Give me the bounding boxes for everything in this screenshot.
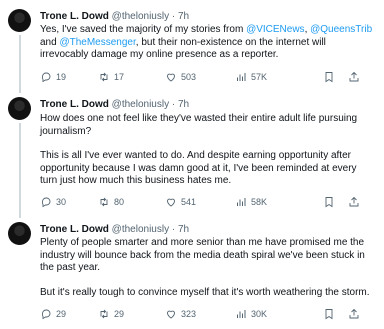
like-button[interactable]: 541 <box>165 195 196 209</box>
like-button[interactable]: 323 <box>165 307 196 321</box>
mention-link[interactable]: @VICENews <box>246 24 305 35</box>
like-icon <box>167 73 175 82</box>
tweet-paragraph: Yes, I've saved the majority of my stori… <box>40 24 376 62</box>
separator: · <box>171 99 176 110</box>
view-count: 30K <box>251 309 268 319</box>
action-bar: 19 17 503 57K <box>40 70 376 84</box>
tweet[interactable]: Trone L. Dowd @theloniusly · 7h Yes, I'v… <box>0 0 384 95</box>
retweet-count: 17 <box>114 72 125 82</box>
like-icon <box>167 198 175 207</box>
timestamp[interactable]: 7h <box>178 224 189 235</box>
reply-button[interactable]: 29 <box>40 307 66 321</box>
retweet-button[interactable]: 29 <box>98 307 124 321</box>
tweet[interactable]: Trone L. Dowd @theloniusly · 7h How does… <box>0 95 384 218</box>
retweet-count: 80 <box>114 197 125 207</box>
retweet-button[interactable]: 80 <box>98 195 124 209</box>
tweet-paragraph: But it's really tough to convince myself… <box>40 287 376 300</box>
retweet-icon <box>100 309 108 319</box>
tweet-paragraph: How does one not feel like they've waste… <box>40 113 376 138</box>
reply-count: 30 <box>56 197 67 207</box>
author-name[interactable]: Trone L. Dowd <box>40 224 109 235</box>
like-count: 541 <box>181 197 197 207</box>
mention-link[interactable]: @QueensTrib <box>310 24 372 35</box>
retweet-icon <box>100 197 108 207</box>
share-icon <box>349 308 359 319</box>
tweet-text-run: This is all I've ever wanted to do. And … <box>40 150 357 187</box>
share-button[interactable] <box>348 196 360 208</box>
views-icon <box>237 310 246 318</box>
tweet-text: How does one not feel like they've waste… <box>40 113 376 188</box>
avatar[interactable] <box>8 9 31 32</box>
bookmark-icon <box>325 309 333 320</box>
tweet-text-run: But it's really tough to convince myself… <box>40 286 370 298</box>
like-count: 503 <box>181 72 197 82</box>
author-handle[interactable]: @theloniusly <box>112 99 169 110</box>
bookmark-button[interactable] <box>323 71 335 83</box>
tweet-header: Trone L. Dowd @theloniusly · 7h <box>40 98 189 111</box>
reply-count: 19 <box>56 72 67 82</box>
tweet-text-run: and <box>40 36 60 48</box>
tweet[interactable]: Trone L. Dowd @theloniusly · 7h Plenty o… <box>0 218 384 329</box>
share-button[interactable] <box>348 308 360 320</box>
retweet-icon <box>100 72 108 82</box>
view-count: 58K <box>251 197 268 207</box>
separator: · <box>171 11 176 22</box>
tweet-text: Plenty of people smarter and more senior… <box>40 237 376 299</box>
avatar[interactable] <box>8 222 31 245</box>
views-button[interactable]: 57K <box>235 70 267 84</box>
author-name[interactable]: Trone L. Dowd <box>40 11 109 22</box>
separator: · <box>171 224 176 235</box>
tweet-text-run: How does one not feel like they've waste… <box>40 113 358 137</box>
reply-icon <box>41 309 51 320</box>
tweet-text-run: Yes, I've saved the majority of my stori… <box>40 24 247 35</box>
avatar[interactable] <box>8 97 31 120</box>
bookmark-button[interactable] <box>323 196 335 208</box>
like-count: 323 <box>181 309 197 319</box>
bookmark-icon <box>325 72 333 83</box>
tweet-header: Trone L. Dowd @theloniusly · 7h <box>40 223 189 236</box>
views-icon <box>237 73 246 81</box>
action-bar: 29 29 323 30K <box>40 307 376 321</box>
views-button[interactable]: 30K <box>235 307 267 321</box>
share-icon <box>349 196 359 207</box>
author-handle[interactable]: @theloniusly <box>112 11 169 22</box>
action-bar: 30 80 541 58K <box>40 195 376 209</box>
tweet-paragraph: Plenty of people smarter and more senior… <box>40 237 376 275</box>
reply-icon <box>41 72 51 83</box>
like-button[interactable]: 503 <box>165 70 196 84</box>
tweet-text: Yes, I've saved the majority of my stori… <box>40 24 376 62</box>
views-button[interactable]: 58K <box>235 195 267 209</box>
view-count: 57K <box>251 72 268 82</box>
author-handle[interactable]: @theloniusly <box>112 224 169 235</box>
tweet-header: Trone L. Dowd @theloniusly · 7h <box>40 10 189 23</box>
reply-button[interactable]: 19 <box>40 70 66 84</box>
timestamp[interactable]: 7h <box>178 11 189 22</box>
thread-line <box>19 35 21 93</box>
share-button[interactable] <box>348 71 360 83</box>
retweet-count: 29 <box>114 309 125 319</box>
tweet-paragraph: This is all I've ever wanted to do. And … <box>40 150 376 188</box>
bookmark-button[interactable] <box>323 308 335 320</box>
author-name[interactable]: Trone L. Dowd <box>40 99 109 110</box>
views-icon <box>237 198 246 206</box>
share-icon <box>349 71 359 82</box>
timestamp[interactable]: 7h <box>178 99 189 110</box>
thread-line <box>19 123 21 218</box>
reply-button[interactable]: 30 <box>40 195 66 209</box>
bookmark-icon <box>325 197 333 208</box>
mention-link[interactable]: @TheMessenger <box>59 37 135 48</box>
like-icon <box>167 310 175 319</box>
reply-count: 29 <box>56 309 67 319</box>
reply-icon <box>41 197 51 208</box>
retweet-button[interactable]: 17 <box>98 70 124 84</box>
tweet-text-run: Plenty of people smarter and more senior… <box>40 237 365 274</box>
